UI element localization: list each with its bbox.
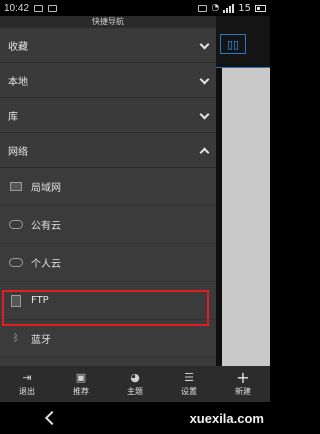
sliders-icon: ☰ (184, 371, 194, 384)
network-item-label: 蓝牙 (31, 335, 51, 346)
ftp-icon (9, 295, 23, 307)
palette-icon: ◕ (130, 371, 140, 384)
new-button[interactable]: + 新建 (216, 366, 270, 402)
gift-icon: ▣ (75, 371, 87, 384)
section-favorites[interactable]: 收藏 (0, 28, 216, 63)
bottom-toolbar: ⇥ 退出 ▣ 推荐 ◕ 主题 ☰ 设置 + 新建 (0, 366, 270, 402)
status-time: 10:42 (4, 2, 30, 14)
signal-icon (223, 3, 235, 13)
notification-icon (34, 4, 44, 12)
bluetooth-icon (9, 333, 23, 345)
section-label: 网络 (8, 146, 28, 158)
vibrate-icon (198, 4, 208, 12)
section-local[interactable]: 本地 (0, 63, 216, 98)
wifi-icon: ◔ (211, 3, 220, 13)
toolbar-label: 设置 (181, 386, 197, 396)
back-icon[interactable] (40, 408, 60, 428)
image-notification-icon (48, 4, 58, 12)
plus-icon: + (236, 368, 250, 387)
toolbar-label: 主题 (127, 386, 143, 396)
watermark: xuexila.com (189, 410, 264, 426)
chevron-down-icon (200, 76, 208, 84)
network-item-label: FTP (31, 295, 49, 306)
theme-button[interactable]: ◕ 主题 (108, 366, 162, 402)
chevron-down-icon (200, 111, 208, 119)
network-item-public-cloud[interactable]: 公有云 (0, 206, 216, 244)
toolbar-label: 退出 (19, 386, 35, 396)
battery-icon (255, 4, 266, 12)
system-nav-bar: xuexila.com (0, 402, 270, 434)
settings-button[interactable]: ☰ 设置 (162, 366, 216, 402)
battery-level: 15 (238, 2, 251, 14)
section-network[interactable]: 网络 (0, 133, 216, 168)
lan-icon (9, 181, 23, 193)
cloud-icon (9, 219, 23, 231)
section-label: 库 (8, 111, 18, 123)
toolbar-label: 新建 (235, 386, 251, 396)
chevron-up-icon (200, 146, 208, 154)
exit-icon: ⇥ (22, 371, 32, 384)
network-item-label: 个人云 (31, 259, 61, 270)
main-content-peek: ▯▯ (216, 16, 270, 398)
navigation-drawer: 快捷导航 收藏 本地 库 网络 局域网 公有云 个人云 FTP 蓝牙 (0, 16, 216, 398)
network-item-ftp[interactable]: FTP (0, 282, 216, 320)
network-item-label: 公有云 (31, 221, 61, 232)
network-item-bluetooth[interactable]: 蓝牙 (0, 320, 216, 358)
network-item-personal-cloud[interactable]: 个人云 (0, 244, 216, 282)
exit-button[interactable]: ⇥ 退出 (0, 366, 54, 402)
chevron-down-icon (200, 41, 208, 49)
section-label: 本地 (8, 76, 28, 88)
section-label: 收藏 (8, 41, 28, 53)
network-item-label: 局域网 (31, 183, 61, 194)
main-divider (216, 68, 222, 374)
main-header: ▯▯ (216, 16, 270, 68)
drawer-title: 快捷导航 (0, 16, 216, 28)
network-item-lan[interactable]: 局域网 (0, 168, 216, 206)
toolbar-label: 推荐 (73, 386, 89, 396)
cloud-icon (9, 257, 23, 269)
status-bar: 10:42 ◔ 15 (0, 0, 270, 16)
window-tab-icon: ▯▯ (226, 37, 240, 51)
section-library[interactable]: 库 (0, 98, 216, 133)
window-tab[interactable]: ▯▯ (220, 34, 246, 54)
recommend-button[interactable]: ▣ 推荐 (54, 366, 108, 402)
